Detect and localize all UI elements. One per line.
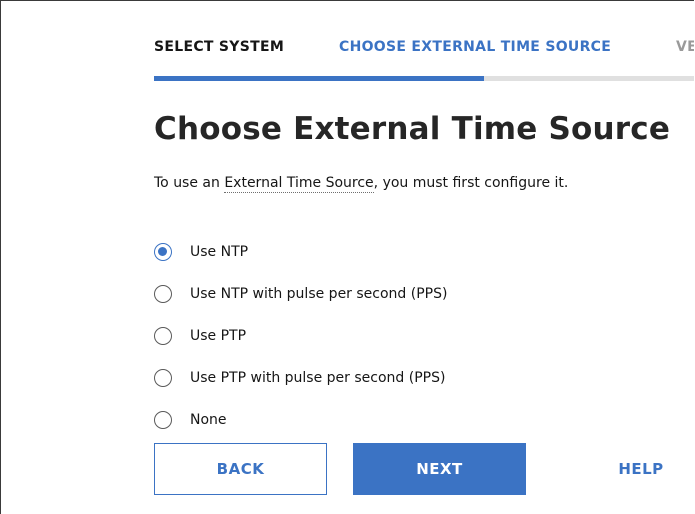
wizard-panel: SELECT SYSTEM CHOOSE EXTERNAL TIME SOURC…	[0, 0, 694, 514]
radio-button[interactable]	[154, 285, 172, 303]
radio-button[interactable]	[154, 243, 172, 261]
option-use-ptp-pps[interactable]: Use PTP with pulse per second (PPS)	[154, 357, 447, 399]
external-time-source-link[interactable]: External Time Source	[224, 175, 374, 193]
intro-suffix: , you must first configure it.	[373, 175, 569, 191]
option-label: Use NTP	[190, 244, 249, 260]
option-label: None	[190, 412, 227, 428]
option-label: Use PTP	[190, 328, 247, 344]
back-button[interactable]: BACK	[154, 443, 327, 495]
option-use-ntp[interactable]: Use NTP	[154, 231, 447, 273]
radio-button[interactable]	[154, 369, 172, 387]
intro-prefix: To use an	[154, 175, 225, 191]
help-button[interactable]: HELP	[591, 443, 691, 495]
wizard-progress-track	[154, 76, 694, 81]
option-none[interactable]: None	[154, 399, 447, 441]
step-verify[interactable]: VE	[676, 39, 694, 55]
intro-text: To use an External Time Source, you must…	[154, 175, 569, 193]
radio-button[interactable]	[154, 411, 172, 429]
page-title: Choose External Time Source	[154, 111, 671, 147]
step-select-system[interactable]: SELECT SYSTEM	[154, 39, 284, 55]
option-label: Use NTP with pulse per second (PPS)	[190, 286, 448, 302]
option-use-ntp-pps[interactable]: Use NTP with pulse per second (PPS)	[154, 273, 447, 315]
wizard-progress-fill	[154, 76, 485, 81]
option-label: Use PTP with pulse per second (PPS)	[190, 370, 446, 386]
radio-button[interactable]	[154, 327, 172, 345]
step-choose-external-time-source[interactable]: CHOOSE EXTERNAL TIME SOURCE	[339, 39, 611, 55]
time-source-radio-group: Use NTP Use NTP with pulse per second (P…	[154, 231, 447, 441]
next-button[interactable]: NEXT	[353, 443, 526, 495]
option-use-ptp[interactable]: Use PTP	[154, 315, 447, 357]
